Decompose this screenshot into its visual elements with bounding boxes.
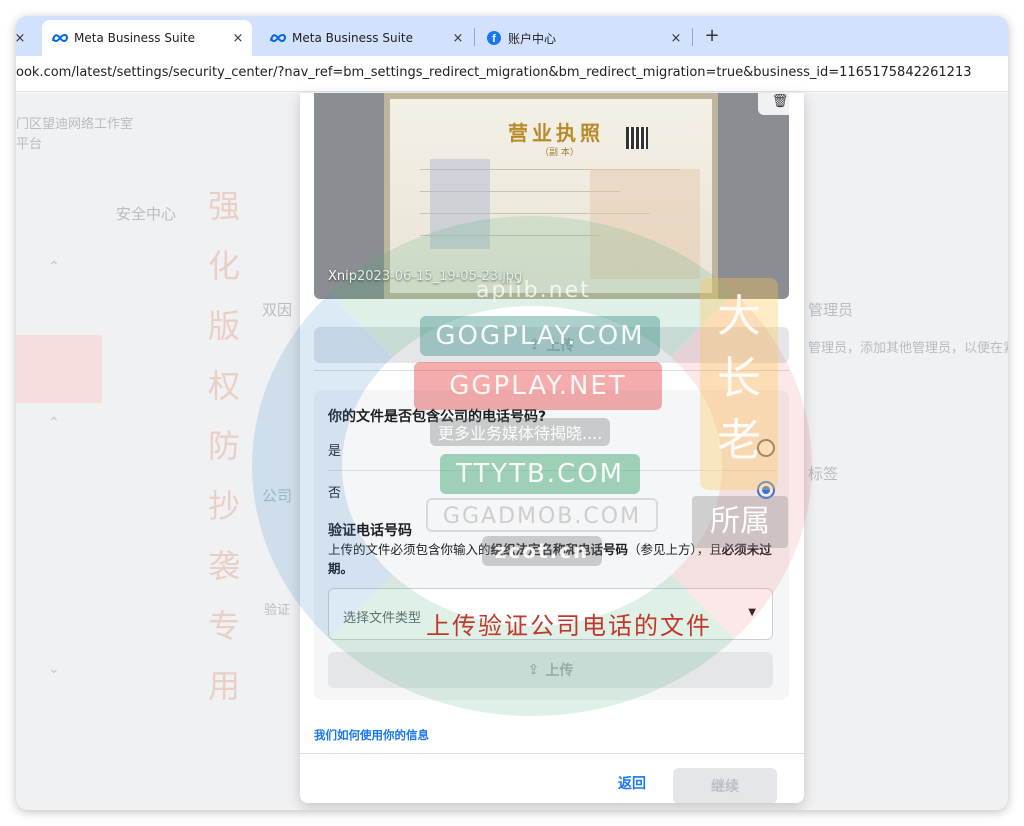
tab-partial[interactable]: × bbox=[16, 20, 40, 56]
tab-account-center[interactable]: f 账户中心 × bbox=[476, 20, 690, 56]
desc-text: 上传的文件必须包含你输入的 bbox=[328, 542, 491, 557]
tab-meta-business-suite[interactable]: Meta Business Suite × bbox=[260, 20, 472, 56]
watermark-gogplay: GOGPLAY.COM bbox=[420, 316, 660, 356]
continue-button[interactable]: 继续 bbox=[673, 768, 777, 803]
company-subtitle: 平台 bbox=[16, 137, 43, 152]
watermark-char: 化 bbox=[207, 247, 240, 285]
watermark-orange-block: 大 长 老 bbox=[700, 278, 778, 490]
red-caption: 上传验证公司电话的文件 bbox=[426, 612, 712, 640]
watermark-apiib: apiib.net bbox=[476, 278, 591, 303]
meta-icon bbox=[270, 30, 286, 46]
close-icon[interactable]: × bbox=[666, 31, 686, 46]
select-placeholder: 选择文件类型 bbox=[343, 611, 422, 626]
url-text[interactable]: ook.com/latest/settings/security_center/… bbox=[16, 65, 1008, 80]
upload-label: 上传 bbox=[545, 663, 574, 679]
certificate-subtitle: （副 本） bbox=[540, 148, 579, 158]
watermark-ggadmob: GGADMOB.COM bbox=[426, 498, 658, 532]
watermark-vertical-text: 强 化 版 权 防 抄 袭 专 用 bbox=[202, 176, 246, 716]
upload-icon: ⇪ bbox=[527, 662, 540, 678]
side-text: 双因 bbox=[262, 301, 293, 319]
admin-heading: 管理员 bbox=[808, 301, 854, 319]
watermark-char: 抄 bbox=[207, 487, 240, 525]
chevron-up-icon[interactable]: ⌃ bbox=[48, 415, 60, 431]
certificate-title: 营业执照 bbox=[508, 121, 604, 145]
selected-nav-highlight bbox=[16, 335, 102, 403]
chevron-up-icon[interactable]: ⌃ bbox=[48, 259, 60, 275]
tab-meta-business-suite-active[interactable]: Meta Business Suite × bbox=[42, 20, 252, 56]
address-bar[interactable]: ook.com/latest/settings/security_center/… bbox=[16, 56, 1008, 92]
blurred-region bbox=[430, 159, 490, 249]
meta-icon bbox=[52, 30, 68, 46]
verify-phone-title: 验证电话号码 bbox=[328, 523, 412, 539]
watermark-char: 版 bbox=[207, 307, 240, 345]
info-usage-link[interactable]: 我们如何使用你的信息 bbox=[314, 727, 429, 743]
tab-title: Meta Business Suite bbox=[292, 31, 413, 45]
side-text: 公司 bbox=[262, 487, 293, 505]
tab-title: 账户中心 bbox=[508, 31, 557, 46]
trash-icon[interactable]: 🗑 bbox=[758, 93, 789, 115]
security-center-label[interactable]: 安全中心 bbox=[116, 203, 176, 224]
uploaded-file-preview: 营业执照 （副 本） Xnip2023-06-15_19-05-23.jpg 🗑 bbox=[314, 93, 789, 299]
watermark-char: 长 bbox=[717, 353, 761, 404]
watermark-char: 权 bbox=[207, 367, 240, 405]
watermark-ttytb: TTYTB.COM bbox=[440, 454, 640, 494]
qr-code bbox=[626, 127, 648, 149]
option-label: 否 bbox=[328, 486, 342, 501]
browser-window: × Meta Business Suite × Meta Business Su… bbox=[16, 16, 1008, 810]
tab-strip: × Meta Business Suite × Meta Business Su… bbox=[16, 16, 1008, 56]
new-tab-button[interactable]: + bbox=[700, 24, 724, 48]
watermark-char: 老 bbox=[717, 415, 761, 466]
watermark-char: 用 bbox=[207, 667, 240, 705]
footer-divider bbox=[300, 753, 804, 754]
close-icon[interactable]: × bbox=[448, 31, 468, 46]
watermark-char: 防 bbox=[207, 427, 240, 465]
caret-down-icon: ▼ bbox=[748, 607, 756, 618]
watermark-more-business: 更多业务媒体待揭晓.... bbox=[430, 418, 611, 446]
watermark-char: 大 bbox=[717, 291, 761, 342]
watermark-zcot: zcot.cn bbox=[482, 536, 602, 566]
back-button[interactable]: 返回 bbox=[618, 773, 646, 793]
watermark-ggplay: GGPLAY.NET bbox=[414, 362, 662, 410]
watermark-gray-block: 所属 bbox=[692, 496, 788, 548]
company-name: 门区望迪网络工作室 bbox=[16, 117, 134, 132]
tab-title: Meta Business Suite bbox=[74, 31, 195, 45]
chevron-down-icon[interactable]: ⌄ bbox=[48, 661, 60, 677]
side-text: 验证 bbox=[264, 603, 291, 618]
tab-separator bbox=[474, 28, 475, 46]
close-icon[interactable]: × bbox=[228, 31, 248, 46]
admin-description: 管理员，添加其他管理员，以便在紧 bbox=[808, 341, 1008, 356]
facebook-icon: f bbox=[486, 30, 502, 46]
tab-separator bbox=[692, 28, 693, 46]
watermark-char: 强 bbox=[207, 187, 240, 225]
blurred-region bbox=[590, 169, 700, 279]
watermark-char: 袭 bbox=[207, 547, 240, 585]
watermark-char: 专 bbox=[207, 607, 240, 645]
upload-button-2[interactable]: ⇪ 上传 bbox=[328, 652, 773, 688]
label-heading: 标签 bbox=[808, 465, 839, 483]
option-label: 是 bbox=[328, 444, 342, 459]
close-icon[interactable]: × bbox=[16, 31, 30, 46]
